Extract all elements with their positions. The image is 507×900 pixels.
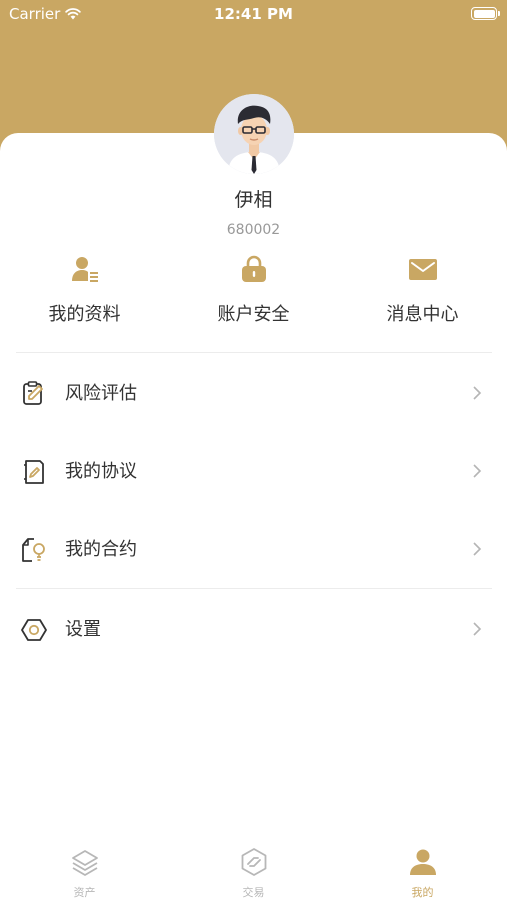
battery-icon (471, 7, 500, 20)
menu-item-label: 我的协议 (65, 461, 137, 482)
quick-action-label: 我的资料 (48, 304, 121, 325)
tab-label: 我的 (411, 886, 434, 899)
divider (16, 588, 492, 589)
menu-item-my-contracts[interactable]: 我的合约 (0, 518, 507, 578)
tab-assets[interactable]: 资产 (0, 846, 169, 900)
divider (16, 352, 492, 353)
tab-label: 资产 (73, 886, 96, 899)
layers-icon (71, 850, 98, 876)
quick-action-profile[interactable]: 我的资料 (0, 252, 169, 326)
chevron-right-icon (473, 464, 482, 478)
profile-card (0, 133, 507, 900)
menu-item-my-agreements[interactable]: 我的协议 (0, 440, 507, 500)
menu-item-settings[interactable]: 设置 (0, 598, 507, 658)
profile-card-icon (71, 257, 98, 282)
avatar[interactable] (214, 94, 294, 174)
contract-bulb-icon (22, 538, 45, 562)
quick-action-label: 账户安全 (217, 304, 290, 325)
status-bar: Carrier 12:41 PM (0, 0, 507, 30)
quick-action-label: 消息中心 (386, 304, 459, 325)
quick-action-security[interactable]: 账户安全 (169, 252, 338, 326)
lock-icon (241, 255, 266, 282)
clipboard-edit-icon (23, 381, 43, 405)
menu-item-label: 我的合约 (65, 539, 137, 560)
document-edit-icon (24, 460, 44, 484)
trade-icon (241, 848, 266, 876)
tab-mine[interactable]: 我的 (338, 846, 507, 900)
carrier-info: Carrier (9, 5, 82, 23)
tab-label: 交易 (242, 886, 265, 899)
avatar-person-icon (214, 94, 294, 174)
mail-icon (408, 259, 437, 280)
user-name: 伊相 (234, 189, 273, 211)
tab-trade[interactable]: 交易 (169, 846, 338, 900)
wifi-icon (65, 8, 82, 20)
tab-bar: 资产 交易 我的 (0, 838, 507, 900)
user-id: 680002 (226, 222, 281, 238)
chevron-right-icon (473, 542, 482, 556)
quick-action-messages[interactable]: 消息中心 (338, 252, 507, 326)
hexagon-settings-icon (21, 619, 47, 641)
menu-item-label: 设置 (65, 619, 101, 640)
menu-item-label: 风险评估 (65, 383, 137, 404)
user-icon (409, 849, 436, 875)
carrier-label: Carrier (9, 5, 61, 23)
menu-item-risk-assessment[interactable]: 风险评估 (0, 362, 507, 422)
chevron-right-icon (473, 386, 482, 400)
chevron-right-icon (473, 622, 482, 636)
